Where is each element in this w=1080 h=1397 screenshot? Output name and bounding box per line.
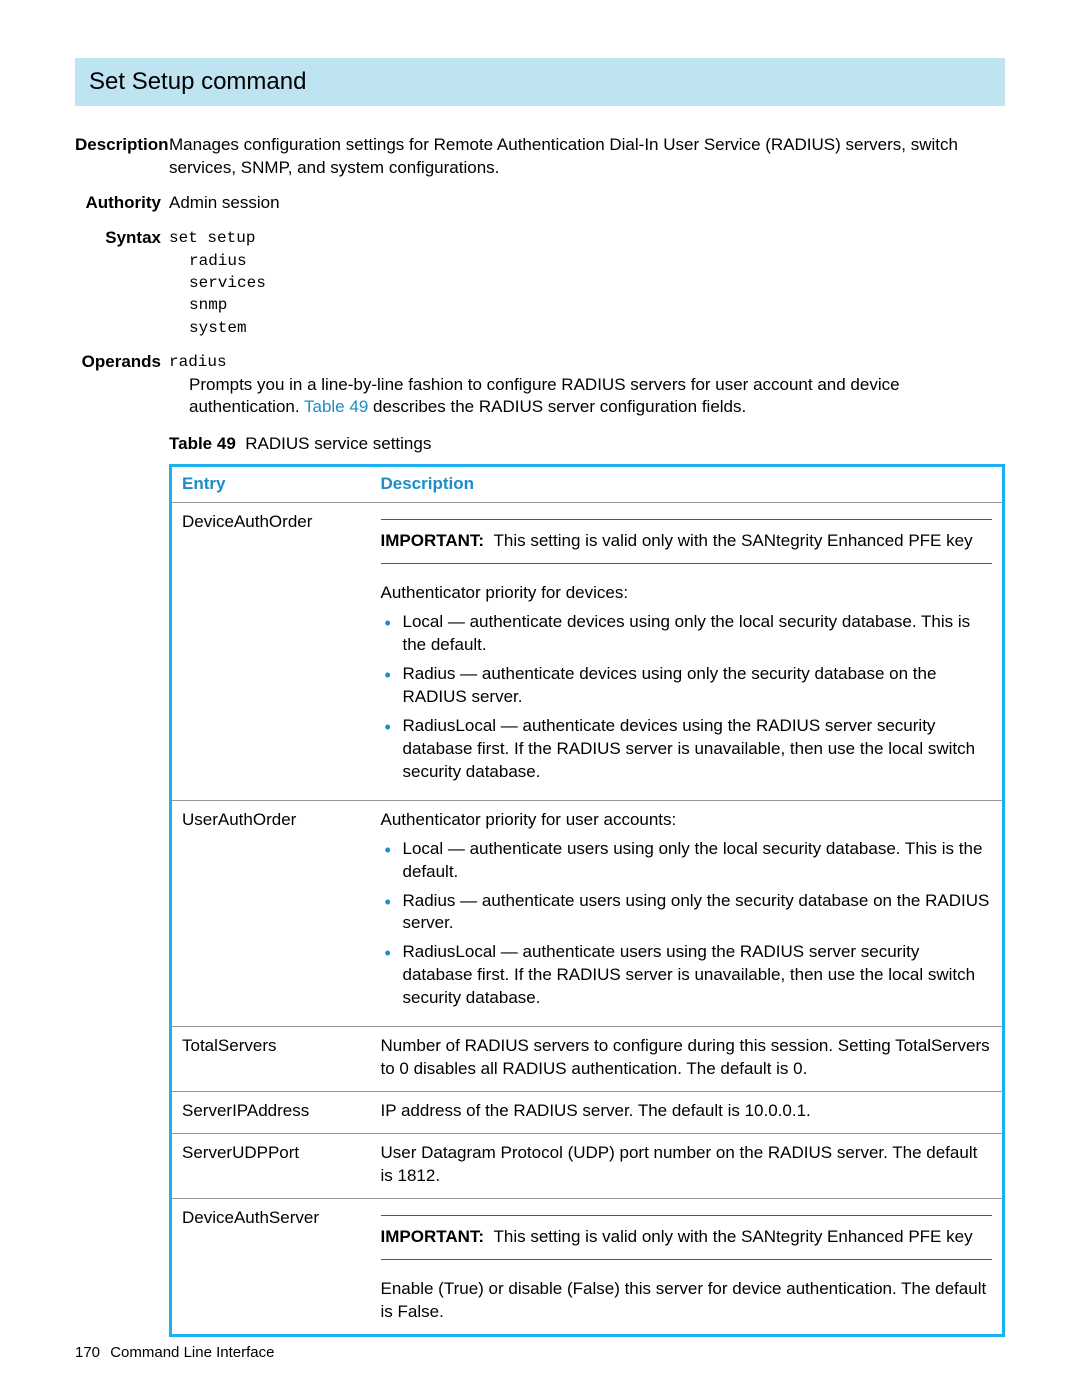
list-item: Radius — authenticate users using only t…	[381, 890, 993, 936]
list-item: Local — authenticate users using only th…	[381, 838, 993, 884]
description-text: Manages configuration settings for Remot…	[169, 134, 1005, 180]
page-footer: 170 Command Line Interface	[75, 1343, 274, 1363]
cell-description: Authenticator priority for user accounts…	[371, 800, 1004, 1027]
table-caption-text: RADIUS service settings	[245, 434, 431, 453]
cell-entry: DeviceAuthOrder	[171, 503, 371, 800]
syntax-line: system	[169, 317, 1005, 339]
cell-entry: UserAuthOrder	[171, 800, 371, 1027]
syntax-line: radius	[169, 250, 1005, 272]
section-title: Set Setup command	[75, 58, 1005, 106]
syntax-row: Syntax set setup radius services snmp sy…	[75, 227, 1005, 339]
col-header-description: Description	[371, 466, 1004, 503]
important-label: IMPORTANT:	[381, 1227, 485, 1246]
cell-description: User Datagram Protocol (UDP) port number…	[371, 1134, 1004, 1199]
table-caption: Table 49 RADIUS service settings	[169, 433, 1005, 456]
table-row: ServerIPAddress IP address of the RADIUS…	[171, 1092, 1004, 1134]
description-label: Description	[75, 134, 169, 180]
footer-text: Command Line Interface	[110, 1344, 274, 1361]
authority-row: Authority Admin session	[75, 192, 1005, 215]
cell-entry: ServerIPAddress	[171, 1092, 371, 1134]
authority-text: Admin session	[169, 192, 1005, 215]
important-label: IMPORTANT:	[381, 531, 485, 550]
table-caption-label: Table 49	[169, 434, 236, 453]
operands-row: Operands radius Prompts you in a line-by…	[75, 351, 1005, 1337]
table-row: DeviceAuthServer IMPORTANT: This setting…	[171, 1198, 1004, 1335]
syntax-line: services	[169, 272, 1005, 294]
operands-body: radius Prompts you in a line-by-line fas…	[169, 351, 1005, 1337]
list-item: Local — authenticate devices using only …	[381, 611, 993, 657]
radius-settings-table: Entry Description DeviceAuthOrder IMPORT…	[169, 464, 1005, 1336]
syntax-block: set setup radius services snmp system	[169, 227, 1005, 339]
important-text: This setting is valid only with the SANt…	[494, 531, 973, 550]
important-note: IMPORTANT: This setting is valid only wi…	[381, 1215, 993, 1260]
authority-label: Authority	[75, 192, 169, 215]
important-text: This setting is valid only with the SANt…	[494, 1227, 973, 1246]
syntax-line: set setup	[169, 227, 1005, 249]
cell-entry: ServerUDPPort	[171, 1134, 371, 1199]
operand-intro-post: describes the RADIUS server configuratio…	[368, 397, 746, 416]
cell-description: IP address of the RADIUS server. The def…	[371, 1092, 1004, 1134]
list-item: RadiusLocal — authenticate devices using…	[381, 715, 993, 784]
table-link[interactable]: Table 49	[304, 397, 368, 416]
syntax-line: snmp	[169, 294, 1005, 316]
row-intro: Authenticator priority for user accounts…	[381, 809, 993, 832]
syntax-label: Syntax	[75, 227, 169, 339]
description-row: Description Manages configuration settin…	[75, 134, 1005, 180]
table-row: ServerUDPPort User Datagram Protocol (UD…	[171, 1134, 1004, 1199]
row-text: Enable (True) or disable (False) this se…	[381, 1278, 993, 1324]
cell-entry: TotalServers	[171, 1027, 371, 1092]
cell-description: IMPORTANT: This setting is valid only wi…	[371, 1198, 1004, 1335]
table-row: DeviceAuthOrder IMPORTANT: This setting …	[171, 503, 1004, 800]
table-row: TotalServers Number of RADIUS servers to…	[171, 1027, 1004, 1092]
row-intro: Authenticator priority for devices:	[381, 582, 993, 605]
page-number: 170	[75, 1344, 100, 1361]
list-item: RadiusLocal — authenticate users using t…	[381, 941, 993, 1010]
operand-intro: Prompts you in a line-by-line fashion to…	[169, 374, 1005, 420]
operands-label: Operands	[75, 351, 169, 1337]
cell-entry: DeviceAuthServer	[171, 1198, 371, 1335]
cell-description: Number of RADIUS servers to configure du…	[371, 1027, 1004, 1092]
list-item: Radius — authenticate devices using only…	[381, 663, 993, 709]
important-note: IMPORTANT: This setting is valid only wi…	[381, 519, 993, 564]
col-header-entry: Entry	[171, 466, 371, 503]
cell-description: IMPORTANT: This setting is valid only wi…	[371, 503, 1004, 800]
table-row: UserAuthOrder Authenticator priority for…	[171, 800, 1004, 1027]
operand-keyword: radius	[169, 351, 1005, 373]
